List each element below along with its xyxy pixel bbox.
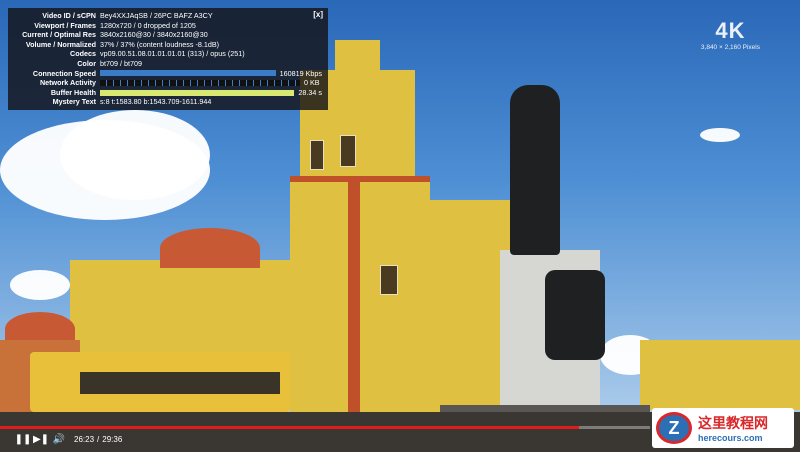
network-activity-bar	[100, 79, 300, 86]
close-stats-button[interactable]: [x]	[313, 10, 323, 20]
tower-window	[340, 135, 356, 167]
stats-for-nerds-panel: [x] Video ID / sCPN Bey4XXJAqSB / 26PC B…	[8, 8, 328, 110]
statue-figure	[545, 270, 605, 360]
stats-key: Volume / Normalized	[25, 39, 96, 49]
stats-row-network-activity: Network Activity 0 KB	[14, 78, 322, 88]
volume-icon[interactable]: 🔊	[50, 434, 68, 445]
bus-windows	[80, 372, 280, 394]
stats-row-viewport: Viewport / Frames 1280x720 / 0 dropped o…	[14, 21, 322, 31]
stats-key: Mystery Text	[52, 97, 96, 107]
connection-speed-bar	[100, 70, 276, 77]
stats-key: Connection Speed	[32, 68, 96, 78]
stats-row-mystery-text: Mystery Text s:8 t:1583.80 b:1543.709-16…	[14, 97, 322, 107]
4k-label: 4K	[715, 18, 746, 43]
watermark-url: herecours.com	[698, 433, 763, 443]
watermark-chinese-text: 这里教程网	[698, 415, 768, 431]
resolution-label: 3,840 × 2,160 Pixels	[700, 44, 760, 51]
tower-pilaster	[348, 180, 360, 420]
pause-icon[interactable]: ❚❚	[14, 434, 32, 445]
stats-row-buffer-health: Buffer Health 28.34 s	[14, 88, 322, 98]
stats-row-connection-speed: Connection Speed 160819 Kbps	[14, 69, 322, 79]
stats-value: 28.34 s	[298, 87, 322, 97]
bell-tower	[290, 180, 430, 420]
watermark-logo-icon: Z	[656, 412, 692, 444]
current-time: 26:23	[74, 434, 95, 444]
bell-tower-spire	[335, 40, 380, 80]
stats-row-resolution: Current / Optimal Res 3840x2160@30 / 384…	[14, 30, 322, 40]
site-watermark: Z 这里教程网 herecours.com	[652, 408, 794, 448]
dome	[160, 228, 260, 268]
next-icon[interactable]: ▶❚	[32, 434, 50, 445]
cloud	[700, 128, 740, 142]
player-controls: ❚❚ ▶❚ 🔊 26:23 / 29:36	[0, 429, 650, 449]
stats-row-volume: Volume / Normalized 37% / 37% (content l…	[14, 40, 322, 50]
stats-key: Viewport / Frames	[34, 20, 96, 30]
statue	[510, 85, 560, 255]
stats-key: Current / Optimal Res	[22, 30, 96, 40]
stats-row-video-id: Video ID / sCPN Bey4XXJAqSB / 26PC BAFZ …	[14, 11, 322, 21]
stats-value: 37% / 37% (content loudness -8.1dB)	[100, 39, 220, 49]
stats-key: Codecs	[70, 49, 96, 59]
stats-value: Bey4XXJAqSB / 26PC BAFZ A3CY	[100, 11, 213, 20]
cloud	[10, 270, 70, 300]
stats-value: 160819 Kbps	[279, 68, 322, 78]
4k-badge: 4K 3,840 × 2,160 Pixels	[701, 18, 760, 51]
tower-trim	[290, 176, 430, 182]
tower-window	[310, 140, 324, 170]
cloud	[60, 110, 210, 200]
stats-value: s:8 t:1583.80 b:1543.709-1611.944	[100, 97, 212, 107]
stats-value: vp09.00.51.08.01.01.01.01 (313) / opus (…	[100, 49, 245, 59]
time-separator: /	[97, 434, 100, 444]
stats-value: 0 KB	[304, 78, 320, 88]
stats-key: Network Activity	[39, 78, 96, 88]
stats-value: bt709 / bt709	[100, 58, 142, 68]
stats-value: 3840x2160@30 / 3840x2160@30	[100, 30, 208, 40]
stats-key: Color	[77, 58, 96, 68]
stats-value: 1280x720 / 0 dropped of 1205	[100, 20, 196, 30]
right-building	[640, 340, 800, 410]
stats-key: Video ID / sCPN	[42, 11, 96, 20]
duration: 29:36	[102, 434, 123, 444]
stats-row-codecs: Codecs vp09.00.51.08.01.01.01.01 (313) /…	[14, 49, 322, 59]
tower-window	[380, 265, 398, 295]
stats-row-color: Color bt709 / bt709	[14, 59, 322, 69]
buffer-health-bar	[100, 89, 295, 96]
church-facade	[430, 200, 510, 420]
stats-key: Buffer Health	[50, 87, 96, 97]
